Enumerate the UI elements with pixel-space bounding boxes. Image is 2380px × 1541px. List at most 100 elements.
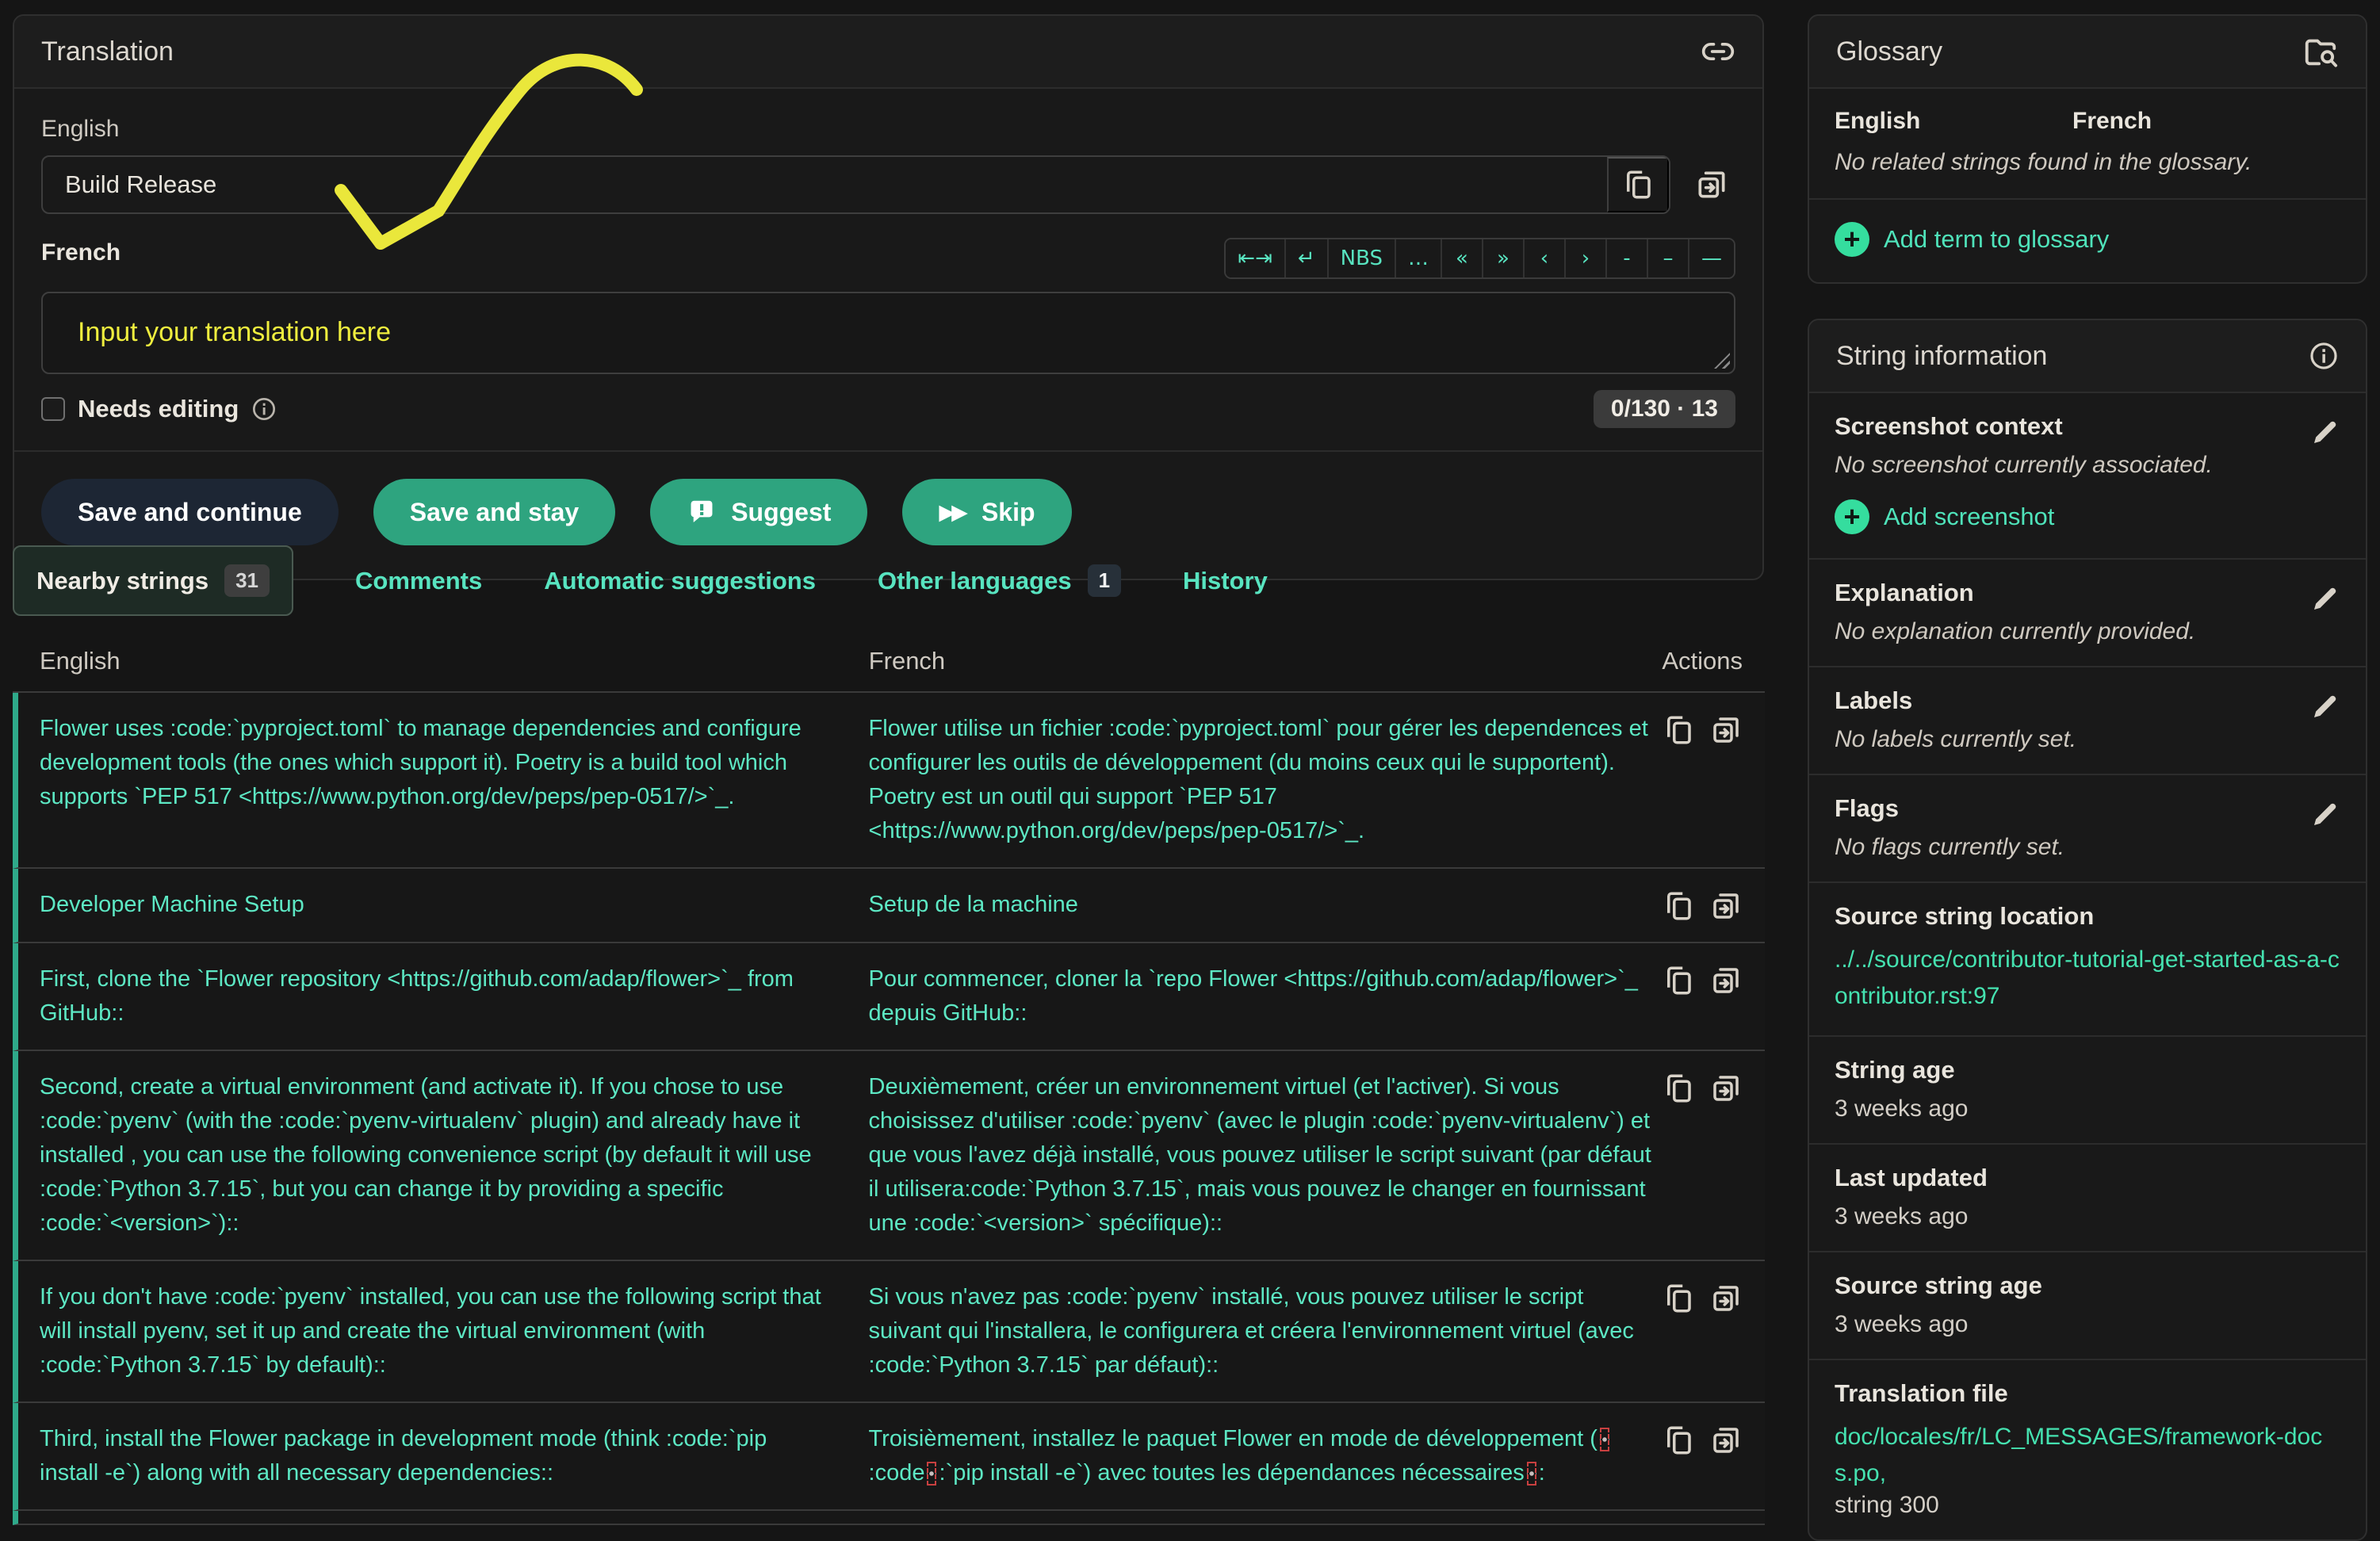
plus-circle-icon: + [1835,222,1869,257]
tab-history[interactable]: History [1183,567,1268,595]
sidebar: Glossary English French No related strin… [1808,14,2367,1541]
permalink-button[interactable] [1701,34,1735,69]
row-english-text: Flower uses :code:`pyproject.toml` to ma… [40,712,829,848]
flags-section: Flags No flags currently set. [1809,775,2366,883]
character-counter: 0/130 · 13 [1594,390,1735,428]
row-english-text: Second, create a virtual environment (an… [40,1070,829,1241]
translation-textarea[interactable]: Input your translation here [41,292,1735,374]
row-english-text: If you don't have :code:`pyenv` installe… [40,1280,829,1382]
toolbar-char-button-0[interactable]: ⇤⇥ [1226,239,1284,277]
tab-nearby-strings[interactable]: Nearby strings31 [13,545,293,616]
glossary-empty-message: No related strings found in the glossary… [1809,140,2366,200]
copy-to-translation-icon [1709,889,1743,923]
save-and-continue-button[interactable]: Save and continue [41,479,339,545]
tab-other-languages[interactable]: Other languages1 [878,564,1121,597]
info-icon[interactable] [251,396,277,422]
row-copy-button[interactable] [1662,1072,1695,1105]
source-location-section: Source string location ../../source/cont… [1809,883,2366,1037]
table-row[interactable]: Third, install the Flower package in dev… [13,1403,1765,1511]
column-header-actions: Actions [1662,647,1743,675]
edit-screenshot-button[interactable] [2310,415,2342,447]
toolbar-char-button-5[interactable]: » [1482,239,1523,277]
textarea-resize-handle[interactable] [1714,353,1730,369]
table-row[interactable]: First, clone the `Flower repository <htt… [13,943,1765,1051]
table-rows: Flower uses :code:`pyproject.toml` to ma… [13,693,1765,1525]
edit-explanation-button[interactable] [2310,582,2342,614]
row-copy-button[interactable] [1662,1282,1695,1315]
string-info-help-button[interactable] [2309,341,2339,371]
browse-glossary-button[interactable] [2302,33,2339,70]
tab-label: Other languages [878,567,1072,595]
toolbar-char-button-9[interactable]: – [1647,239,1688,277]
row-clone-button[interactable] [1709,1282,1743,1315]
toolbar-char-button-2[interactable]: NBS [1327,239,1395,277]
table-row[interactable] [13,1511,1765,1525]
suggest-button[interactable]: Suggest [650,479,867,545]
copy-source-button[interactable] [1607,157,1669,212]
source-age-value: 3 weeks ago [1835,1311,2340,1338]
source-location-link[interactable]: ../../source/contributor-tutorial-get-st… [1835,942,2340,1015]
save-and-stay-button[interactable]: Save and stay [373,479,615,545]
translation-file-suffix: string 300 [1835,1492,2340,1519]
add-screenshot-link[interactable]: + Add screenshot [1835,479,2340,537]
row-actions [1662,1280,1743,1382]
table-row[interactable]: Second, create a virtual environment (an… [13,1051,1765,1261]
labels-section: Labels No labels currently set. [1809,667,2366,775]
row-copy-button[interactable] [1662,1424,1695,1457]
pencil-icon [2310,690,2342,721]
row-clone-button[interactable] [1709,889,1743,923]
explanation-title: Explanation [1835,579,2340,607]
toolbar-char-button-7[interactable]: › [1564,239,1605,277]
toolbar-char-button-8[interactable]: - [1605,239,1647,277]
tabs: Nearby strings31 Comments Automatic sugges… [13,545,1268,616]
row-clone-button[interactable] [1709,1072,1743,1105]
toolbar-char-button-1[interactable]: ↵ [1284,239,1327,277]
row-french-text: Troisièmement, installez le paquet Flowe… [869,1422,1662,1490]
pencil-icon [2310,415,2342,447]
glossary-panel: Glossary English French No related strin… [1808,14,2367,284]
needs-editing-checkbox[interactable] [41,397,65,421]
row-clone-button[interactable] [1709,964,1743,997]
toolbar-char-button-10[interactable]: — [1688,239,1734,277]
row-copy-button[interactable] [1662,889,1695,923]
row-french-text: Si vous n'avez pas :code:`pyenv` install… [869,1280,1662,1382]
toolbar-char-button-3[interactable]: … [1395,239,1441,277]
suggest-label: Suggest [731,498,831,527]
target-language-label: French [41,239,121,266]
copy-icon [1662,964,1695,997]
skip-button[interactable]: ▶▶ Skip [902,479,1071,545]
tab-comments[interactable]: Comments [355,567,482,595]
toolbar-char-button-4[interactable]: « [1441,239,1482,277]
edit-labels-button[interactable] [2310,690,2342,721]
labels-title: Labels [1835,686,2340,715]
row-english-text: First, clone the `Flower repository <htt… [40,962,829,1031]
row-clone-button[interactable] [1709,713,1743,747]
table-row[interactable]: Developer Machine Setup Setup de la mach… [13,869,1765,943]
table-row[interactable]: Flower uses :code:`pyproject.toml` to ma… [13,693,1765,869]
flags-empty-message: No flags currently set. [1835,834,2340,861]
row-copy-button[interactable] [1662,713,1695,747]
source-string-row: Build Release [41,155,1735,214]
source-age-title: Source string age [1835,1271,2340,1300]
table-row[interactable]: If you don't have :code:`pyenv` installe… [13,1261,1765,1403]
copy-to-translation-icon [1709,1424,1743,1457]
column-header-english: English [40,647,829,675]
glossary-title: Glossary [1836,36,1942,67]
row-clone-button[interactable] [1709,1424,1743,1457]
tab-label: Automatic suggestions [544,567,816,595]
clone-to-translation-button[interactable] [1688,167,1735,202]
row-copy-button[interactable] [1662,964,1695,997]
add-term-to-glossary-link[interactable]: + Add term to glossary [1809,200,2366,282]
translation-file-link[interactable]: doc/locales/fr/LC_MESSAGES/framework-doc… [1835,1419,2340,1492]
needs-editing-control[interactable]: Needs editing [41,395,277,423]
toolbar-char-button-6[interactable]: ‹ [1523,239,1564,277]
row-english-text: Developer Machine Setup [40,888,829,923]
tab-automatic-suggestions[interactable]: Automatic suggestions [544,567,816,595]
edit-flags-button[interactable] [2310,797,2342,829]
row-actions [1662,1422,1743,1490]
nearby-strings-table: English French Actions Flower uses :code… [13,647,1765,1525]
add-screenshot-label: Add screenshot [1884,503,2054,531]
screenshot-context-section: Screenshot context No screenshot current… [1809,393,2366,560]
source-string-text: Build Release [43,157,1607,212]
screenshot-context-title: Screenshot context [1835,412,2340,441]
